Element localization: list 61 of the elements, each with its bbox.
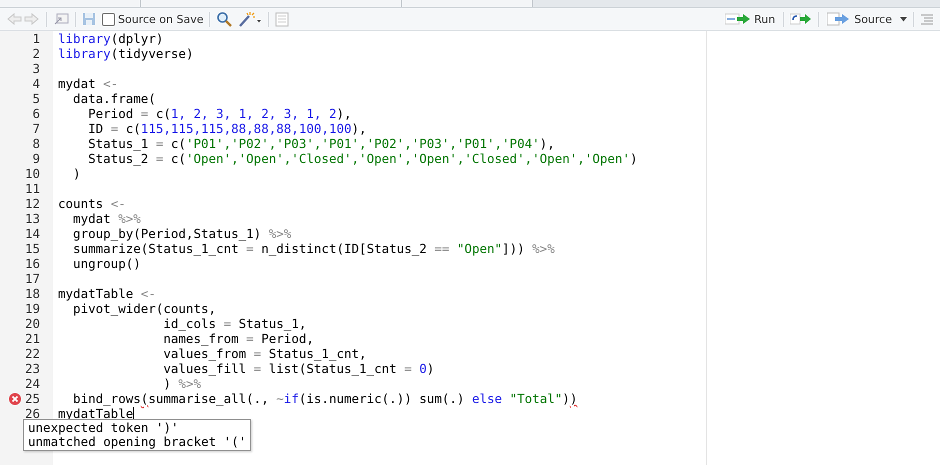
code-line: mydat <- bbox=[58, 76, 118, 91]
code-line: group_by(Period,Status_1) %>% bbox=[72, 226, 292, 241]
code-line: ID = c(115,115,115,88,88,88,100,100), bbox=[87, 121, 367, 136]
run-button[interactable]: Run bbox=[723, 10, 778, 28]
line-number: 19 bbox=[24, 301, 40, 316]
code-line: Period = c(1, 2, 3, 1, 2, 3, 1, 2), bbox=[87, 106, 352, 121]
code-line: data.frame( bbox=[72, 91, 156, 106]
line-number: 25 bbox=[24, 391, 40, 406]
code-line: summarize(Status_1_cnt = n_distinct(ID[Status_2 == "Open"])) %>% bbox=[72, 241, 555, 256]
code-line: library(tidyverse) bbox=[58, 46, 194, 61]
code-line: ) %>% bbox=[162, 376, 201, 391]
rerun-icon[interactable] bbox=[790, 13, 812, 25]
line-number: 18 bbox=[24, 286, 40, 301]
line-number: 3 bbox=[32, 61, 40, 76]
line-number: 13 bbox=[24, 211, 40, 226]
dropdown-caret-icon[interactable] bbox=[900, 16, 907, 22]
show-in-window-icon[interactable] bbox=[53, 12, 69, 26]
line-number: 26 bbox=[24, 406, 40, 421]
source-arrow-icon bbox=[827, 12, 852, 26]
magic-wand-icon[interactable] bbox=[238, 11, 262, 27]
code-line: Status_2 = c('Open','Open','Closed','Open','Open','Closed','Open','Open') bbox=[87, 151, 638, 166]
line-number: 7 bbox=[32, 121, 40, 136]
line-number: 11 bbox=[24, 181, 40, 196]
line-number: 9 bbox=[32, 151, 40, 166]
line-number: 5 bbox=[32, 91, 40, 106]
line-number: 8 bbox=[32, 136, 40, 151]
code-line: ungroup() bbox=[72, 256, 141, 271]
code-line: names_from = Period, bbox=[162, 331, 314, 346]
code-line: mydat %>% bbox=[72, 211, 141, 226]
line-number: 16 bbox=[24, 256, 40, 271]
line-number: 4 bbox=[32, 76, 40, 91]
code-line: library(dplyr) bbox=[58, 31, 164, 46]
code-line: Status_1 = c('P01','P02','P03','P01','P02','P03','P01','P04'), bbox=[87, 136, 555, 151]
source-on-save-checkbox[interactable]: Source on Save bbox=[102, 12, 204, 26]
code-line: counts <- bbox=[58, 196, 126, 211]
line-number: 6 bbox=[32, 106, 40, 121]
line-number: 24 bbox=[24, 376, 40, 391]
line-number: 17 bbox=[24, 271, 40, 286]
code-line: mydatTable bbox=[58, 406, 134, 421]
line-number: 21 bbox=[24, 331, 40, 346]
code-line: pivot_wider(counts, bbox=[72, 301, 216, 316]
outline-icon[interactable] bbox=[920, 13, 934, 25]
line-number: 22 bbox=[24, 346, 40, 361]
code-line: bind_rows(summarise_all(., ~if(is.numeric(.)) sum(.) else "Total")) bbox=[72, 391, 578, 406]
line-number: 12 bbox=[24, 196, 40, 211]
code-line: id_cols = Status_1, bbox=[162, 316, 306, 331]
search-icon[interactable] bbox=[216, 11, 232, 27]
code-line: values_from = Status_1_cnt, bbox=[162, 346, 367, 361]
code-line: ) bbox=[72, 166, 81, 181]
error-tooltip: unexpected token ')' unmatched opening bracket '(' bbox=[23, 419, 252, 451]
source-button[interactable]: Source bbox=[825, 10, 894, 28]
line-number: 2 bbox=[32, 46, 40, 61]
line-number: 20 bbox=[24, 316, 40, 331]
line-number: 15 bbox=[24, 241, 40, 256]
line-number: 10 bbox=[24, 166, 40, 181]
code-line: values_fill = list(Status_1_cnt = 0) bbox=[162, 361, 434, 376]
line-number: 14 bbox=[24, 226, 40, 241]
line-number: 23 bbox=[24, 361, 40, 376]
code-line: mydatTable <- bbox=[58, 286, 156, 301]
line-number: 1 bbox=[32, 31, 40, 46]
run-arrow-icon bbox=[725, 13, 752, 25]
